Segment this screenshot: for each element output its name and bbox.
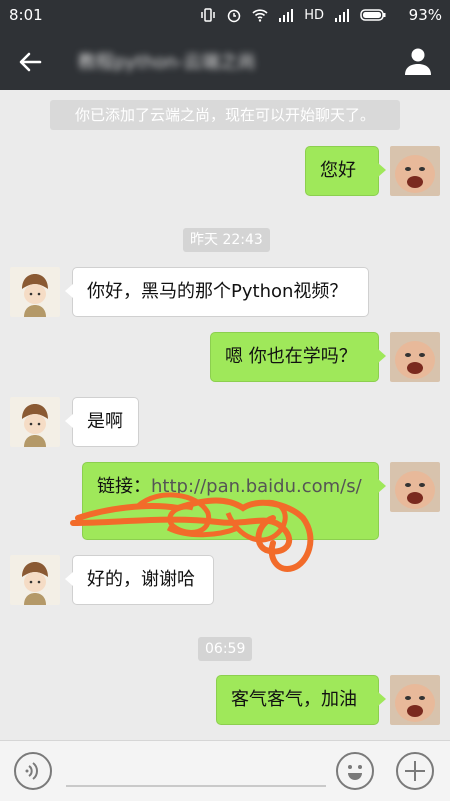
my-avatar[interactable]: [390, 146, 440, 196]
timestamp: 06:59: [198, 637, 253, 661]
timestamp: 昨天 22:43: [183, 228, 270, 252]
chat-header: 教程python-云端之尚: [0, 32, 450, 90]
emoji-icon: [348, 765, 362, 780]
add-button[interactable]: [396, 752, 434, 790]
signal-icon-2: [335, 9, 349, 22]
alarm-icon: [227, 9, 241, 23]
my-avatar[interactable]: [390, 675, 440, 725]
my-avatar[interactable]: [390, 332, 440, 382]
my-avatar[interactable]: [390, 462, 440, 512]
status-bar: 8:01 HD 93%: [0, 0, 450, 32]
emoji-button[interactable]: [336, 752, 374, 790]
message-bubble-received[interactable]: 是啊: [65, 397, 139, 447]
battery-percentage: 93%: [408, 6, 442, 24]
status-time: 8:01: [9, 6, 43, 24]
system-notice: 你已添加了云端之尚，现在可以开始聊天了。: [50, 100, 400, 130]
message-bubble-sent[interactable]: 客气客气，加油: [216, 675, 386, 725]
status-icons: HD: [200, 7, 388, 23]
vibrate-icon: [201, 8, 215, 22]
wifi-icon: [252, 9, 268, 22]
message-bubble-received[interactable]: 你好，黑马的那个Python视频？: [65, 267, 369, 317]
contact-avatar[interactable]: [10, 555, 60, 605]
signal-icon: [279, 9, 294, 22]
message-bubble-sent[interactable]: 嗯 你也在学吗？: [210, 332, 386, 382]
input-bar: [0, 740, 450, 801]
message-bubble-sent[interactable]: 您好: [305, 146, 386, 196]
plus-icon: [405, 761, 425, 781]
arrow-left-icon[interactable]: [14, 46, 46, 78]
contact-avatar[interactable]: [10, 397, 60, 447]
network-type: HD: [304, 7, 324, 23]
message-bubble-received[interactable]: 好的，谢谢哈: [65, 555, 214, 605]
battery-icon: [360, 9, 386, 21]
person-icon[interactable]: [404, 46, 432, 76]
voice-icon: [25, 762, 38, 780]
voice-button[interactable]: [14, 752, 52, 790]
chat-title: 教程python-云端之尚: [78, 52, 256, 73]
contact-avatar[interactable]: [10, 267, 60, 317]
message-input[interactable]: [66, 785, 326, 787]
